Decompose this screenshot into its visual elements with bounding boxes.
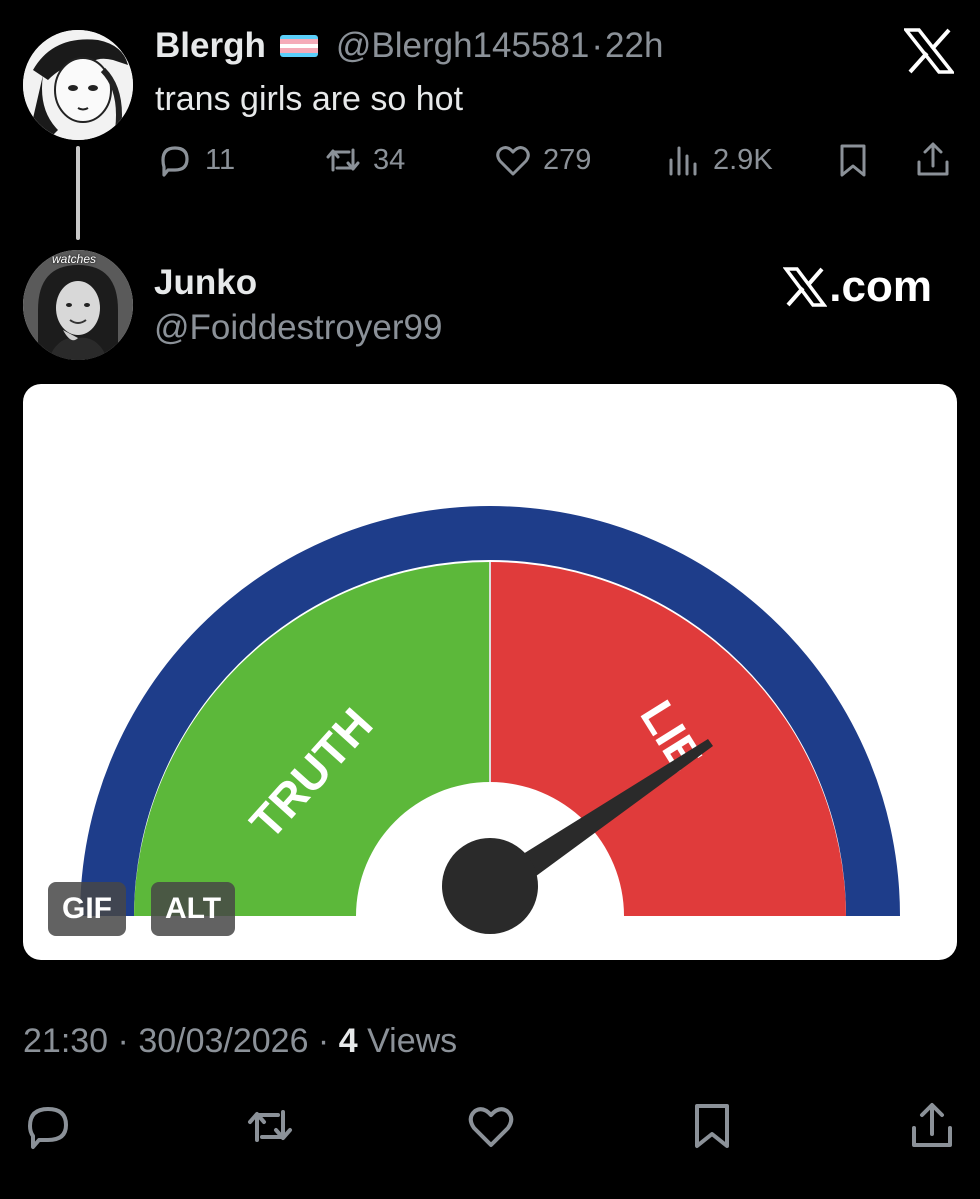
reply-icon — [161, 146, 189, 177]
bookmark-icon — [840, 144, 866, 177]
like-button[interactable]: 279 — [493, 140, 591, 180]
truth-lie-gauge: TRUTH LIE — [80, 506, 900, 934]
bottom-action-bar — [0, 1100, 980, 1160]
gif-badge[interactable]: GIF — [48, 882, 126, 936]
x-com-watermark: .com — [783, 262, 932, 312]
tweet-text: trans girls are so hot — [155, 80, 464, 118]
share-button[interactable] — [906, 1100, 958, 1152]
thread-connector — [76, 146, 80, 240]
share-icon — [917, 142, 949, 176]
repost-button[interactable]: 34 — [323, 140, 405, 180]
gif-media[interactable]: TRUTH LIE — [23, 384, 957, 960]
bookmark-button[interactable] — [833, 140, 883, 180]
x-logo-icon — [783, 267, 828, 307]
reply-author-handle[interactable]: @Foiddestroyer99 — [154, 308, 442, 348]
like-icon — [468, 1107, 514, 1147]
like-icon — [496, 146, 530, 176]
reply-icon — [28, 1107, 68, 1149]
repost-count: 34 — [373, 143, 406, 176]
tweet-time[interactable]: 22h — [605, 26, 663, 66]
post-time: 21:30 — [23, 1022, 109, 1060]
like-count: 279 — [543, 143, 592, 176]
bookmark-icon — [695, 1104, 729, 1148]
repost-button[interactable] — [244, 1100, 296, 1152]
junko-avatar[interactable] — [23, 250, 133, 360]
meta-separator: · — [108, 1022, 139, 1060]
reply-author-name[interactable]: Junko — [154, 263, 257, 303]
repost-icon — [326, 148, 360, 172]
like-button[interactable] — [465, 1100, 517, 1152]
needle-hub — [442, 838, 538, 934]
share-button[interactable] — [913, 140, 963, 180]
tweet-header: Blergh @Blergh145581 · 22h — [155, 26, 663, 66]
flag-stripe — [279, 52, 318, 57]
x-logo-icon — [902, 28, 956, 74]
reply-button[interactable]: 11 — [155, 140, 235, 180]
meta-separator: · — [308, 1022, 339, 1060]
bookmark-button[interactable] — [686, 1100, 738, 1152]
reply-count: 11 — [205, 143, 236, 176]
author-name[interactable]: Blergh — [155, 26, 266, 66]
author-handle[interactable]: @Blergh145581 — [336, 26, 590, 66]
alt-badge[interactable]: ALT — [151, 882, 236, 936]
views-button[interactable]: 2.9K — [663, 140, 773, 180]
repost-icon — [248, 1110, 292, 1142]
tweet-meta: 21:30 · 30/03/2026 · 4 Views — [23, 1022, 457, 1061]
post-date: 30/03/2026 — [138, 1022, 309, 1060]
share-icon — [912, 1103, 952, 1147]
avatar-caption: watches — [52, 252, 97, 266]
view-count: 2.9K — [713, 143, 773, 176]
x-com-text: .com — [829, 262, 932, 311]
views-label: Views — [357, 1022, 458, 1060]
blergh-avatar[interactable] — [23, 30, 133, 140]
views-count: 4 — [338, 1022, 358, 1060]
reply-button[interactable] — [22, 1100, 74, 1152]
separator-dot: · — [591, 26, 604, 65]
tweet-actions: 11 34 279 2.9K — [155, 140, 955, 188]
views-icon — [669, 146, 697, 176]
trans-flag-emoji — [279, 35, 318, 57]
